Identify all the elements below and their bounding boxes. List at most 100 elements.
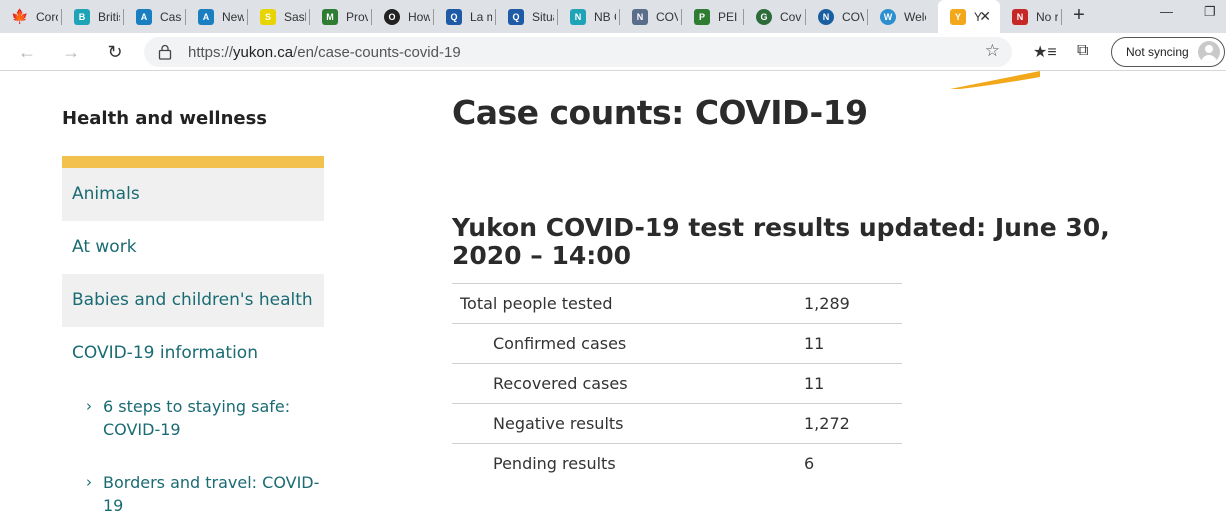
restore-icon[interactable]: ❐ (1204, 4, 1216, 20)
ontario-icon: O (384, 8, 400, 25)
quebec-icon: Q (508, 8, 524, 25)
sidebar-item-at-work[interactable]: At work (62, 221, 324, 274)
tab-label: Prov (346, 9, 368, 24)
result-value: 1,272 (804, 403, 902, 444)
tab-new[interactable]: A New (186, 0, 248, 33)
subitem-line: 6 steps to staying safe: (103, 397, 291, 416)
result-label: Pending results (452, 443, 804, 484)
tab-cov-ns[interactable]: N COV (620, 0, 682, 33)
tab-nb-c[interactable]: N NB C (558, 0, 620, 33)
nova-scotia-icon: N (632, 8, 648, 25)
nunavut-icon: N (1012, 8, 1028, 25)
saskatchewan-icon: S (260, 8, 276, 25)
tab-label: Coro (36, 9, 58, 24)
page-title: Case counts: COVID-19 (452, 93, 868, 132)
test-results-table: Total people tested 1,289 Confirmed case… (452, 283, 902, 484)
tab-label: How (408, 9, 430, 24)
table-row: Confirmed cases 11 (452, 323, 902, 364)
browser-toolbar: ← → ↻ https://yukon.ca/en/case-counts-co… (0, 33, 1226, 71)
result-label: Negative results (452, 403, 804, 444)
sidebar-subitem-borders-travel[interactable]: › Borders and travel: COVID- 19 (86, 471, 326, 517)
collections-icon[interactable]: ⧉ (1077, 42, 1088, 60)
result-label: Total people tested (452, 283, 804, 324)
sidebar-item-label: At work (72, 237, 137, 257)
alberta-icon: A (198, 8, 214, 25)
maple-leaf-icon: 🍁 (11, 8, 29, 24)
tab-how[interactable]: O How (372, 0, 434, 33)
new-tab-button[interactable]: + (1068, 5, 1090, 27)
lock-icon (158, 44, 172, 60)
sidebar-item-babies-children[interactable]: Babies and children's health (62, 274, 324, 327)
close-tab-icon[interactable]: ✕ (979, 8, 991, 25)
sidebar-item-label: Babies and children's health (72, 290, 313, 310)
tab-situa[interactable]: Q Situa (496, 0, 558, 33)
quebec-icon: Q (446, 8, 462, 25)
result-label: Confirmed cases (452, 323, 804, 364)
table-row: Recovered cases 11 (452, 363, 902, 404)
table-row: Pending results 6 (452, 443, 902, 484)
tab-label: PEI C (718, 9, 740, 24)
tab-label: Welc (904, 9, 926, 24)
alberta-icon: A (136, 8, 152, 25)
tab-welc[interactable]: W Welc (868, 0, 938, 33)
tab-strip: 🍁 Coro B Britis A Case A New S Sask M Pr… (0, 0, 1226, 33)
nb-gov-icon: N (570, 8, 586, 25)
subitem-line: Borders and travel: COVID- (103, 473, 320, 492)
subitem-line: 19 (103, 496, 124, 515)
tab-label: COV (656, 9, 678, 24)
section-title: Yukon COVID-19 test results updated: Jun… (452, 213, 1110, 270)
chevron-right-icon: › (86, 397, 92, 415)
avatar (1198, 41, 1220, 63)
forward-arrow-icon[interactable]: → (58, 39, 84, 65)
chevron-right-icon: › (86, 473, 92, 491)
table-row: Negative results 1,272 (452, 403, 902, 444)
minimize-icon[interactable]: — (1160, 4, 1173, 19)
result-value: 11 (804, 323, 902, 364)
tab-label: Situa (532, 9, 554, 24)
tab-coro[interactable]: 🍁 Coro (0, 0, 62, 33)
tab-covi[interactable]: G Covi (744, 0, 806, 33)
tab-pei-c[interactable]: P PEI C (682, 0, 744, 33)
sidebar-item-label: COVID-19 information (72, 343, 258, 363)
tab-no-r[interactable]: N No r (1000, 0, 1062, 33)
yukon-icon: Y (950, 8, 966, 25)
table-row: Total people tested 1,289 (452, 283, 902, 324)
tab-britis[interactable]: B Britis (62, 0, 124, 33)
sidebar-item-animals[interactable]: Animals (62, 168, 324, 221)
favorite-star-icon[interactable]: ☆ (985, 41, 1000, 61)
tab-prov[interactable]: M Prov (310, 0, 372, 33)
tab-cov-nl[interactable]: N COV (806, 0, 868, 33)
sidebar-subitem-6-steps[interactable]: › 6 steps to staying safe: COVID-19 (86, 395, 326, 441)
pei-icon: P (694, 8, 710, 25)
favorites-list-icon[interactable]: ★≡ (1033, 42, 1057, 62)
tab-label: La m (470, 9, 492, 24)
result-value: 11 (804, 363, 902, 404)
tab-label: New (222, 9, 244, 24)
tab-sask[interactable]: S Sask (248, 0, 310, 33)
profile-sync-button[interactable]: Not syncing (1111, 37, 1225, 67)
result-value: 6 (804, 443, 902, 484)
tab-yukon-active[interactable]: Y Y ✕ (938, 0, 1000, 33)
tab-label: Covi (780, 9, 802, 24)
tab-label: Sask (284, 9, 306, 24)
sync-label: Not syncing (1126, 45, 1189, 59)
manitoba-icon: M (322, 8, 338, 25)
tab-case[interactable]: A Case (124, 0, 186, 33)
result-label: Recovered cases (452, 363, 804, 404)
sidebar-title: Health and wellness (62, 108, 268, 129)
yukon-swoosh-logo (950, 71, 1040, 89)
sidebar-item-label: Animals (72, 184, 140, 204)
address-bar[interactable]: https://yukon.ca/en/case-counts-covid-19… (144, 37, 1012, 67)
refresh-icon[interactable]: ↻ (102, 39, 128, 65)
url-text: https://yukon.ca/en/case-counts-covid-19 (188, 44, 461, 61)
tab-label: COV (842, 9, 864, 24)
result-value: 1,289 (804, 283, 902, 324)
subitem-line: COVID-19 (103, 420, 181, 439)
newfoundland-icon: N (818, 8, 834, 25)
tab-label: NB C (594, 9, 616, 24)
sidebar-item-covid-info[interactable]: COVID-19 information (62, 327, 324, 380)
bc-gov-icon: B (74, 8, 90, 25)
back-arrow-icon[interactable]: ← (14, 39, 40, 65)
tab-label: Britis (98, 9, 120, 24)
tab-la-m[interactable]: Q La m (434, 0, 496, 33)
